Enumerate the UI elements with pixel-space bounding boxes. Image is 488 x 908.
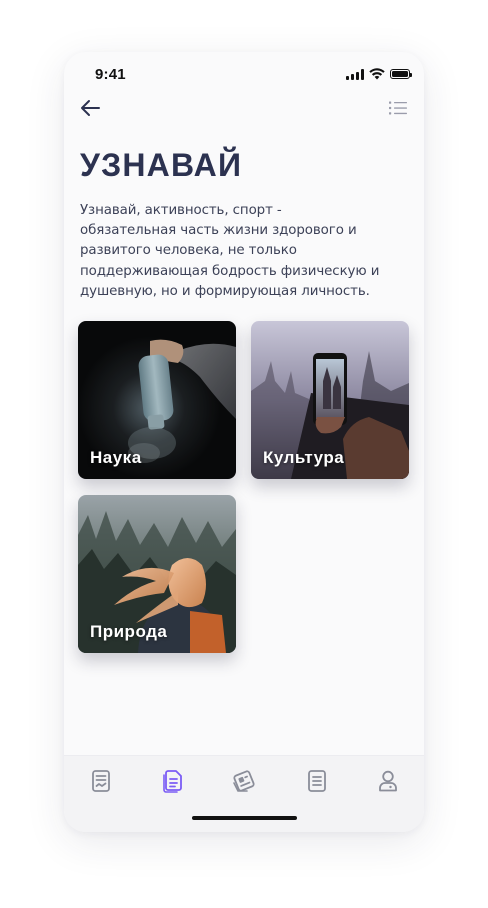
home-indicator	[192, 816, 297, 820]
tickets-icon	[233, 770, 255, 792]
page-description: Узнавай, активность, спорт - обязательна…	[80, 203, 380, 299]
tab-tickets[interactable]	[229, 766, 259, 796]
status-icons	[346, 67, 412, 81]
status-time: 9:41	[95, 66, 126, 83]
category-card-culture[interactable]: Культура	[251, 321, 409, 479]
list-icon	[389, 101, 407, 115]
tab-news[interactable]	[86, 766, 116, 796]
status-bar: 9:41	[64, 52, 424, 96]
category-card-science[interactable]: Наука	[78, 321, 236, 479]
card-label-science: Наука	[90, 448, 142, 467]
battery-icon	[390, 69, 412, 79]
back-button[interactable]	[76, 94, 104, 122]
tab-profile[interactable]	[373, 766, 403, 796]
documents-icon	[163, 770, 182, 793]
category-card-nature[interactable]: Природа	[78, 495, 236, 653]
card-label-culture: Культура	[263, 448, 345, 467]
card-label-nature: Природа	[90, 622, 168, 641]
tab-documents[interactable]	[158, 766, 188, 796]
profile-icon	[379, 770, 397, 792]
tab-list[interactable]	[302, 766, 332, 796]
page-title: УЗНАВАЙ	[80, 147, 243, 183]
wifi-icon	[369, 68, 385, 80]
arrow-left-icon	[81, 100, 100, 116]
list-document-icon	[308, 770, 326, 792]
phone-screen: 9:41 УЗНАВАЙ Узнавай, активность, спорт …	[64, 52, 424, 832]
menu-button[interactable]	[384, 94, 412, 122]
tab-bar	[64, 755, 424, 832]
cellular-signal-icon	[346, 68, 364, 80]
news-icon	[92, 770, 110, 792]
